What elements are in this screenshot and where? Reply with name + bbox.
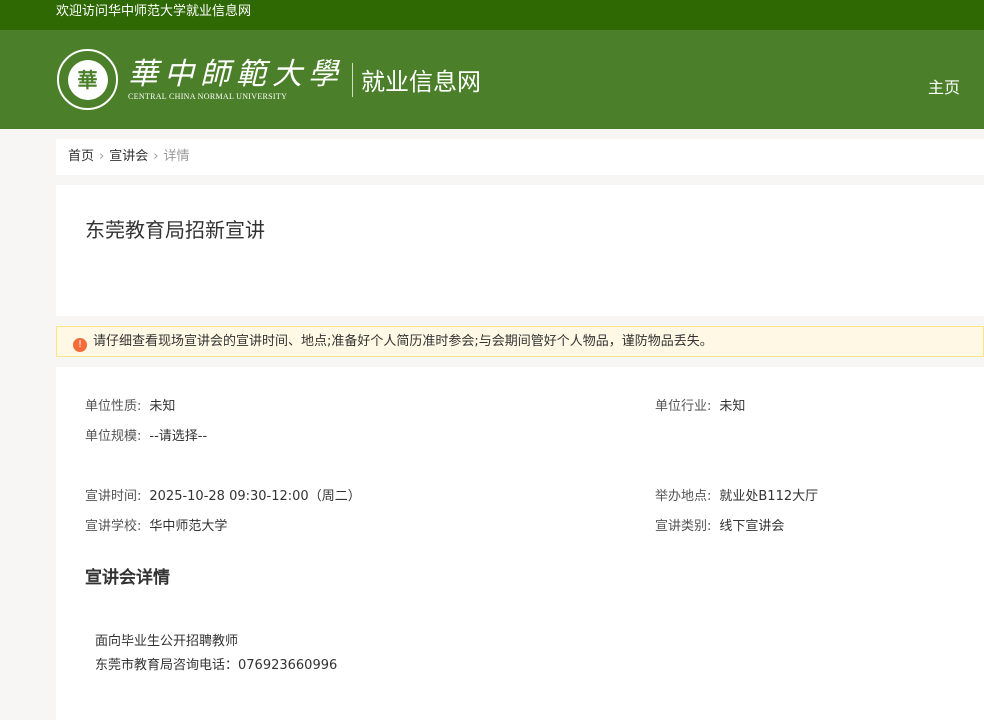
field-scale: 单位规模: --请选择-- <box>85 429 208 444</box>
site-name: 就业信息网 <box>361 68 481 96</box>
chevron-right-icon: › <box>99 149 105 164</box>
university-logo[interactable]: 華 華中師範大學 CENTRAL CHINA NORMAL UNIVERSITY … <box>57 49 481 110</box>
details-content: 面向毕业生公开招聘教师 东莞市教育局咨询电话：076923660996 <box>95 634 338 673</box>
notice-text: 请仔细查看现场宣讲会的宣讲时间、地点;准备好个人简历准时参会;与会期间管好个人物… <box>93 334 713 349</box>
university-seal-icon: 華 <box>57 49 118 110</box>
welcome-text: 欢迎访问华中师范大学就业信息网 <box>56 4 252 19</box>
field-nature: 单位性质: 未知 <box>85 399 176 414</box>
info-panel: 单位性质: 未知 单位行业: 未知 单位规模: --请选择-- 宣讲时间: 2025-1… <box>56 367 984 720</box>
page-title: 东莞教育局招新宣讲 <box>85 218 265 242</box>
details-heading: 宣讲会详情 <box>85 568 170 588</box>
field-time: 宣讲时间: 2025-10-28 09:30-12:00（周二） <box>85 489 361 504</box>
breadcrumb-current: 详情 <box>163 149 190 164</box>
breadcrumb-home[interactable]: 首页 <box>68 149 94 164</box>
header: 華 華中師範大學 CENTRAL CHINA NORMAL UNIVERSITY … <box>0 30 984 129</box>
nav-home-link[interactable]: 主页 <box>928 74 960 98</box>
field-industry: 单位行业: 未知 <box>655 399 746 414</box>
field-school: 宣讲学校: 华中师范大学 <box>85 519 228 534</box>
breadcrumb-talks[interactable]: 宣讲会 <box>109 149 148 164</box>
logo-en: CENTRAL CHINA NORMAL UNIVERSITY <box>128 92 288 101</box>
breadcrumb: 首页 › 宣讲会 › 详情 <box>56 139 984 175</box>
warning-icon: ! <box>73 338 87 352</box>
notice-banner: ! 请仔细查看现场宣讲会的宣讲时间、地点;准备好个人简历准时参会;与会期间管好个人… <box>56 326 984 357</box>
top-bar: 欢迎访问华中师范大学就业信息网 <box>0 0 984 30</box>
logo-cn: 華中師範大學 <box>128 57 344 92</box>
field-place: 举办地点: 就业处B112大厅 <box>655 489 819 504</box>
divider <box>352 62 353 97</box>
title-box: 东莞教育局招新宣讲 <box>56 185 984 316</box>
chevron-right-icon: › <box>153 149 159 164</box>
field-type: 宣讲类别: 线下宣讲会 <box>655 519 785 534</box>
